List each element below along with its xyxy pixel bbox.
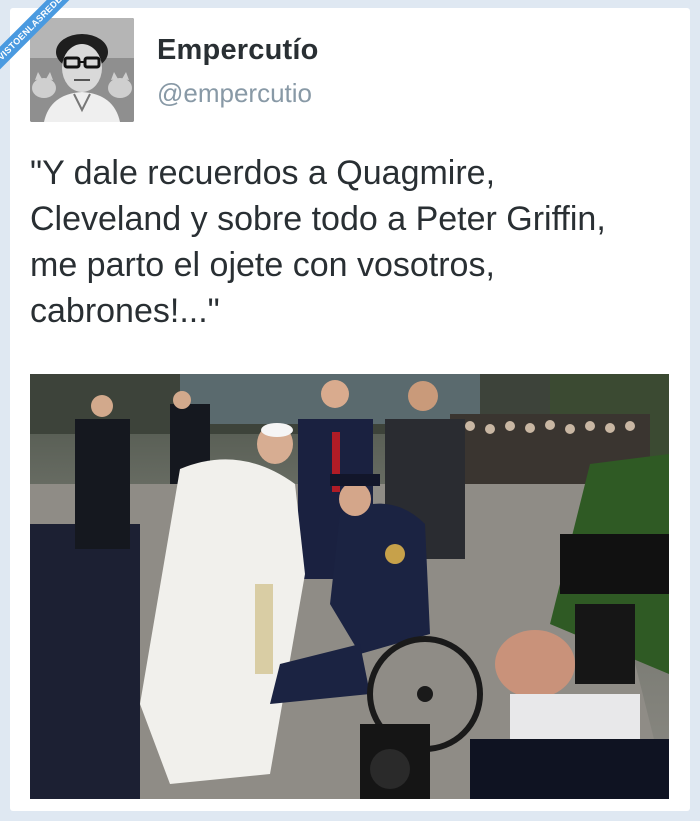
tweet-photo[interactable] (30, 374, 669, 799)
tweet-card: Empercutío @empercutio "Y dale recuerdos… (10, 8, 690, 811)
tweet-text: "Y dale recuerdos a Quagmire, Cleveland … (30, 150, 675, 334)
tweet-text-line: "Y dale recuerdos a Quagmire, (30, 154, 496, 192)
tweet-text-line: me parto el ojete con vosotros, (30, 246, 495, 284)
tweet-text-line: cabrones!..." (30, 292, 220, 330)
photo-scene-image (30, 374, 669, 799)
avatar-photo-icon (30, 18, 134, 122)
avatar[interactable] (30, 18, 134, 122)
user-handle[interactable]: @empercutio (157, 78, 312, 109)
tweet-text-line: Cleveland y sobre todo a Peter Griffin, (30, 200, 606, 238)
display-name[interactable]: Empercutío (157, 34, 319, 67)
